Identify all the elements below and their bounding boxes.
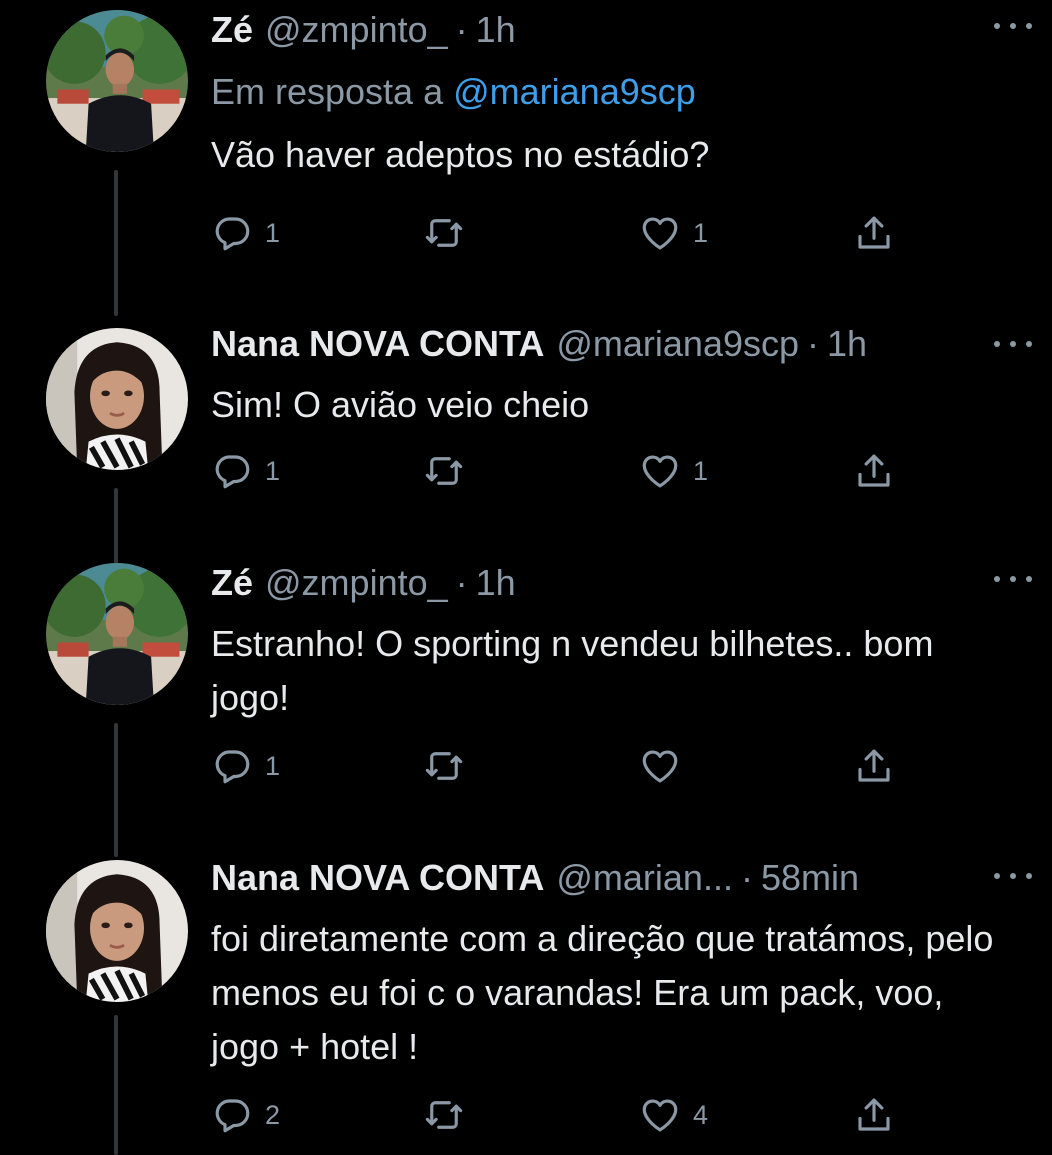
avatar[interactable] <box>46 10 188 152</box>
reply-count: 1 <box>265 455 281 486</box>
heart-icon <box>642 217 678 250</box>
user-handle[interactable]: @zmpinto_ <box>265 9 448 51</box>
more-icon[interactable] <box>994 334 1032 354</box>
reply-button[interactable]: 2 <box>211 1090 280 1140</box>
avatar[interactable] <box>46 563 188 705</box>
tweet-header: Nana NOVA CONTA @mariana9scp · 1h <box>211 314 1032 374</box>
user-handle[interactable]: @marian... <box>556 857 733 899</box>
separator-dot: · <box>807 323 820 364</box>
share-icon <box>858 749 890 782</box>
user-handle[interactable]: @zmpinto_ <box>265 562 448 604</box>
heart-icon <box>642 750 678 783</box>
tweet-header: Zé @zmpinto_ · 1h <box>211 553 1032 613</box>
retweet-icon <box>425 219 463 247</box>
share-button[interactable] <box>853 208 895 258</box>
avatar-image-nana <box>46 860 188 1002</box>
tweet-actions: 2 4 <box>211 1090 931 1140</box>
timestamp[interactable]: 1h <box>476 562 516 604</box>
display-name[interactable]: Zé <box>211 562 253 604</box>
reply-icon <box>215 217 250 251</box>
separator-dot: · <box>455 562 468 603</box>
reply-button[interactable]: 1 <box>211 741 280 791</box>
separator-dot: · <box>740 857 753 898</box>
reply-icon <box>215 1099 250 1133</box>
like-button[interactable]: 4 <box>639 1090 708 1140</box>
heart-icon <box>642 455 678 488</box>
retweet-icon <box>425 457 463 485</box>
tweet-text: Estranho! O sporting n vendeu bilhetes..… <box>211 623 934 718</box>
share-icon <box>858 454 890 487</box>
avatar-image-ze <box>46 10 188 152</box>
display-name[interactable]: Zé <box>211 9 253 51</box>
more-icon[interactable] <box>994 866 1032 886</box>
reply-to-label: Em resposta a <box>211 71 454 112</box>
tweet-header: Zé @zmpinto_ · 1h <box>211 0 1032 60</box>
thread-line <box>114 723 118 857</box>
tweet[interactable]: Nana NOVA CONTA @mariana9scp · 1h Sim! O… <box>0 300 1052 568</box>
avatar-image-ze <box>46 563 188 705</box>
timestamp[interactable]: 1h <box>476 9 516 51</box>
thread-line <box>114 300 118 316</box>
like-button[interactable] <box>639 741 693 791</box>
tweet-text: foi diretamente com a direção que tratám… <box>211 918 994 1067</box>
tweet-header: Nana NOVA CONTA @marian... · 58min <box>211 848 1032 908</box>
reply-context: Em resposta a @mariana9scp <box>211 60 1032 124</box>
tweet-actions: 1 1 <box>211 446 931 496</box>
more-icon[interactable] <box>994 16 1032 36</box>
like-count: 1 <box>693 455 709 486</box>
reply-count: 2 <box>265 1099 281 1130</box>
timestamp[interactable]: 58min <box>761 857 859 899</box>
like-count: 4 <box>693 1099 709 1130</box>
heart-icon <box>642 1099 678 1132</box>
retweet-button[interactable] <box>423 741 477 791</box>
like-button[interactable]: 1 <box>639 208 708 258</box>
separator-dot: · <box>455 9 468 50</box>
timestamp[interactable]: 1h <box>827 323 867 365</box>
share-button[interactable] <box>853 1090 895 1140</box>
reply-to-mention[interactable]: @mariana9scp <box>453 71 696 112</box>
tweet[interactable]: Zé @zmpinto_ · 1h Em resposta a @mariana… <box>0 0 1052 310</box>
tweet[interactable]: Zé @zmpinto_ · 1h Estranho! O sporting n… <box>0 553 1052 857</box>
retweet-button[interactable] <box>423 208 477 258</box>
reply-icon <box>215 455 250 489</box>
retweet-button[interactable] <box>423 1090 477 1140</box>
like-button[interactable]: 1 <box>639 446 708 496</box>
retweet-button[interactable] <box>423 446 477 496</box>
user-handle[interactable]: @mariana9scp <box>556 323 799 365</box>
thread-line <box>114 1015 118 1155</box>
tweet-text: Sim! O avião veio cheio <box>211 384 590 425</box>
reply-button[interactable]: 1 <box>211 208 280 258</box>
share-icon <box>858 1098 890 1131</box>
avatar[interactable] <box>46 328 188 470</box>
tweet-actions: 1 1 <box>211 208 931 258</box>
reply-count: 1 <box>265 750 281 781</box>
retweet-icon <box>425 752 463 780</box>
like-count: 1 <box>693 217 709 248</box>
reply-icon <box>215 750 250 784</box>
more-icon[interactable] <box>994 569 1032 589</box>
thread-line <box>114 170 118 310</box>
tweet[interactable]: Nana NOVA CONTA @marian... · 58min foi d… <box>0 848 1052 1155</box>
share-icon <box>858 216 890 249</box>
display-name[interactable]: Nana NOVA CONTA <box>211 323 544 365</box>
reply-button[interactable]: 1 <box>211 446 280 496</box>
share-button[interactable] <box>853 741 895 791</box>
tweet-actions: 1 <box>211 741 931 791</box>
avatar-image-nana <box>46 328 188 470</box>
reply-count: 1 <box>265 217 281 248</box>
share-button[interactable] <box>853 446 895 496</box>
tweet-text: Vão haver adeptos no estádio? <box>211 134 710 175</box>
display-name[interactable]: Nana NOVA CONTA <box>211 857 544 899</box>
retweet-icon <box>425 1101 463 1129</box>
avatar[interactable] <box>46 860 188 1002</box>
